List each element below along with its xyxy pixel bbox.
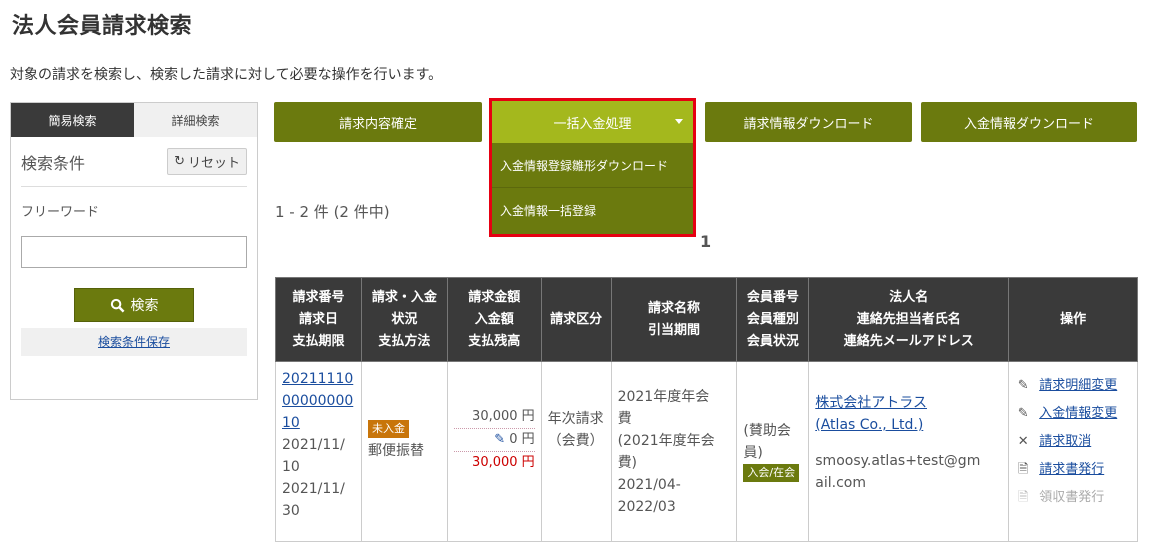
- tab-detailed-search[interactable]: 詳細検索: [134, 103, 257, 137]
- caret-down-icon: [675, 119, 683, 124]
- search-sidebar: 簡易検索 詳細検索 検索条件 ↻ リセット フリーワード 検索 検索条件保存: [10, 102, 258, 400]
- due-date: 2021/11/30: [282, 481, 345, 519]
- result-count: 1 - 2 件 (2 件中): [275, 203, 390, 221]
- download-payment-button[interactable]: 入金情報ダウンロード: [921, 102, 1137, 142]
- op-issue-receipt: 🗎 領収書発行: [1015, 484, 1131, 512]
- table-header-row: 請求番号 請求日 支払期限 請求・入金 状況 支払方法 請求金額 入金額 支払残高 請求区分…: [275, 277, 1138, 362]
- bulk-payment-button[interactable]: 一括入金処理: [492, 101, 693, 143]
- page-title: 法人会員請求検索: [12, 14, 193, 39]
- pencil-icon: ✎: [1017, 406, 1029, 421]
- billed-amount: 30,000 円: [453, 406, 535, 429]
- search-tabs: 簡易検索 詳細検索: [11, 103, 257, 137]
- freeword-label: フリーワード: [21, 205, 100, 220]
- invoice-number-link[interactable]: 20211110 00000000 10: [282, 368, 355, 434]
- op-edit-payment-info[interactable]: ✎ 入金情報変更: [1015, 400, 1131, 428]
- menu-item-template-download[interactable]: 入金情報登録雛形ダウンロード: [492, 143, 693, 188]
- cell-company: 株式会社アトラス (Atlas Co., Ltd.) smoosy.atlas+t…: [808, 361, 1010, 542]
- op-cancel-invoice[interactable]: ✕ 請求取消: [1015, 428, 1131, 456]
- invoice-name: 費): [617, 455, 638, 471]
- payment-method: 郵便振替: [367, 443, 424, 459]
- invoice-date: 2021/11/10: [282, 437, 345, 475]
- cell-amount: 30,000 円 ✎ 0 円 30,000 円: [446, 361, 542, 542]
- tab-simple-search[interactable]: 簡易検索: [11, 103, 134, 137]
- document-icon: 🗎: [1017, 490, 1029, 505]
- download-invoice-button[interactable]: 請求情報ダウンロード: [705, 102, 912, 142]
- page-description: 対象の請求を検索し、検索した請求に対して必要な操作を行います。: [10, 67, 443, 83]
- search-button[interactable]: 検索: [74, 288, 194, 322]
- conditions-title: 検索条件: [21, 153, 86, 173]
- header-operations: 操作: [1008, 277, 1138, 362]
- cell-category: 年次請求（会費）: [540, 361, 612, 542]
- company-name-link[interactable]: 株式会社アトラス (Atlas Co., Ltd.): [815, 392, 1002, 436]
- balance-amount: 30,000 円: [472, 455, 535, 470]
- confirm-invoice-button[interactable]: 請求内容確定: [274, 102, 482, 142]
- reset-icon: ↻: [174, 154, 185, 169]
- cell-invoice-no: 20211110 00000000 10 2021/11/10 2021/11/30: [275, 361, 362, 542]
- save-conditions-link[interactable]: 検索条件保存: [21, 328, 247, 356]
- results-table: 請求番号 請求日 支払期限 請求・入金 状況 支払方法 請求金額 入金額 支払残高 請求区分…: [275, 277, 1138, 542]
- member-type: (賛助会員): [743, 423, 791, 461]
- freeword-input[interactable]: [21, 236, 247, 268]
- paid-amount: ✎ 0 円: [453, 429, 535, 452]
- table-row: 20211110 00000000 10 2021/11/10 2021/11/30…: [275, 361, 1138, 542]
- header-company: 法人名 連絡先担当者氏名 連絡先メールアドレス: [808, 277, 1010, 362]
- header-member: 会員番号 会員種別 会員状況: [736, 277, 810, 362]
- pencil-icon: ✎: [1017, 378, 1029, 393]
- header-invoice-name: 請求名称 引当期間: [610, 277, 738, 362]
- invoice-name: 費: [617, 411, 632, 427]
- invoice-category: 年次請求（会費）: [547, 411, 604, 449]
- member-status-badge: 入会/在会: [743, 464, 800, 482]
- cell-member: (賛助会員) 入会/在会: [736, 361, 810, 542]
- cell-status: 未入金 郵便振替: [360, 361, 448, 542]
- op-edit-invoice-details[interactable]: ✎ 請求明細変更: [1015, 372, 1131, 400]
- pagination-page-1[interactable]: 1: [700, 232, 711, 251]
- bulk-payment-label: 一括入金処理: [553, 116, 632, 132]
- pencil-icon[interactable]: ✎: [494, 432, 505, 447]
- invoice-name: 2021年度年会: [617, 389, 710, 405]
- document-icon: 🗎: [1017, 462, 1029, 477]
- header-amount: 請求金額 入金額 支払残高: [446, 277, 542, 362]
- status-badge: 未入金: [367, 420, 409, 438]
- close-icon: ✕: [1017, 434, 1029, 449]
- search-icon: [110, 298, 124, 312]
- allocation-period: 2021/04-: [617, 477, 681, 493]
- bulk-payment-dropdown: 一括入金処理 入金情報登録雛形ダウンロード 入金情報一括登録: [489, 98, 696, 237]
- op-issue-invoice[interactable]: 🗎 請求書発行: [1015, 456, 1131, 484]
- reset-button[interactable]: ↻ リセット: [167, 148, 247, 175]
- cell-invoice-name: 2021年度年会 費 (2021年度年会 費) 2021/04- 2022/03: [610, 361, 738, 542]
- search-button-label: 検索: [130, 298, 159, 314]
- menu-item-bulk-register[interactable]: 入金情報一括登録: [492, 188, 693, 233]
- header-invoice-no: 請求番号 請求日 支払期限: [275, 277, 362, 362]
- cell-operations: ✎ 請求明細変更 ✎ 入金情報変更 ✕ 請求取消 🗎 請求書発行 🗎 領収書発行: [1008, 361, 1138, 542]
- contact-email: smoosy.atlas+test@gm ail.com: [815, 453, 981, 491]
- header-status: 請求・入金 状況 支払方法: [360, 277, 448, 362]
- reset-label: リセット: [187, 156, 240, 171]
- allocation-period: 2022/03: [617, 499, 676, 515]
- invoice-name: (2021年度年会: [617, 433, 715, 449]
- header-category: 請求区分: [540, 277, 612, 362]
